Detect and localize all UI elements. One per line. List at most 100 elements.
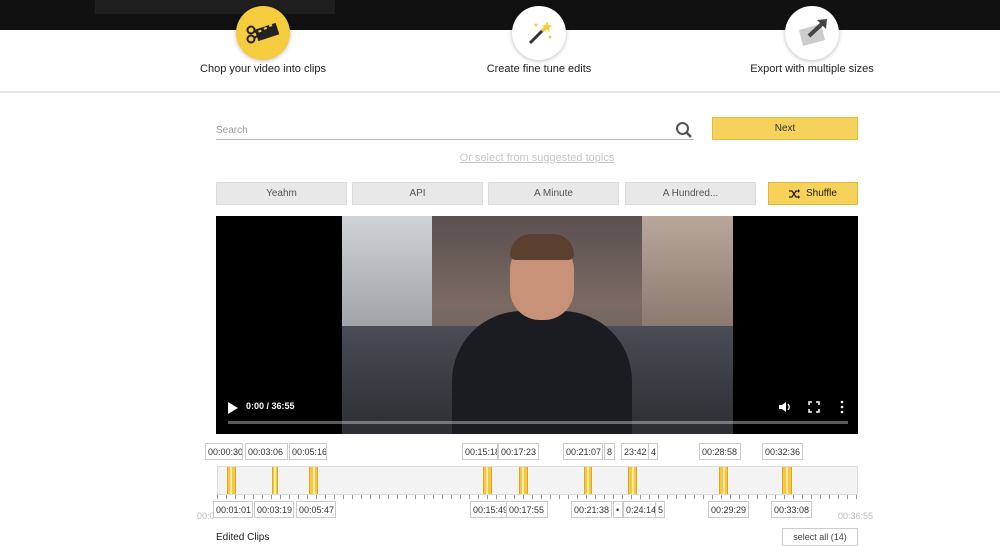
clip-segment[interactable]: [583, 467, 593, 494]
timeline-tick: [550, 495, 551, 499]
top-strip-thumb: [95, 0, 335, 14]
video-controls: 0:00 / 36:55: [216, 396, 858, 434]
export-arrow-icon: [785, 6, 839, 60]
timeline-tick: [280, 495, 281, 499]
timeline-tick: [838, 495, 839, 499]
timeline-tick: [325, 495, 326, 499]
clip-segment[interactable]: [226, 467, 236, 494]
timeline-tick: [244, 495, 245, 499]
timeline-tick: [271, 495, 272, 499]
clip-start-label: 00:03:06: [245, 443, 288, 460]
clip-start-label: 8: [604, 443, 615, 460]
timeline-tick: [460, 495, 461, 499]
clip-end-label: 00:05:47: [296, 501, 336, 518]
timeline-tick: [253, 495, 254, 499]
next-button[interactable]: Next: [712, 117, 858, 140]
video-player[interactable]: 0:00 / 36:55: [216, 216, 858, 434]
timeline-tick: [541, 495, 542, 499]
timeline-tick: [379, 495, 380, 499]
topic-a-hundred[interactable]: A Hundred...: [625, 182, 756, 205]
timeline-tick: [415, 495, 416, 499]
magic-wand-icon: [512, 6, 566, 60]
shuffle-button[interactable]: Shuffle: [768, 182, 858, 205]
timeline-tick: [496, 495, 497, 499]
search-input[interactable]: [216, 120, 666, 140]
suggested-topics-link[interactable]: Or select from suggested topics: [216, 152, 858, 164]
timeline-tick: [451, 495, 452, 499]
timeline-tick: [361, 495, 362, 499]
feature-label: Export with multiple sizes: [750, 63, 874, 75]
timeline-tick: [766, 495, 767, 499]
timeline-tick: [289, 495, 290, 499]
timeline-tick: [334, 495, 335, 499]
clip-end-label: 00:01:01: [213, 501, 253, 518]
clip-segment[interactable]: [782, 467, 792, 494]
timeline-tick: [730, 495, 731, 499]
timeline-tick: [613, 495, 614, 499]
clip-segment[interactable]: [482, 467, 492, 494]
timeline-tick: [559, 495, 560, 499]
timeline-tick: [748, 495, 749, 499]
scissors-film-icon: [236, 6, 290, 60]
features-bar: Chop your video into clips Create fine t…: [0, 6, 1000, 93]
clip-segment[interactable]: [628, 467, 638, 494]
clip-end-label: •: [613, 501, 623, 518]
topic-api[interactable]: API: [352, 182, 483, 205]
clip-start-label: 00:21:07: [563, 443, 603, 460]
timeline-tick: [586, 495, 587, 499]
timeline-tick: [604, 495, 605, 499]
timeline-tick: [793, 495, 794, 499]
clip-start-label: 00:05:16: [289, 443, 327, 460]
video-window: [342, 216, 432, 336]
clip-end-label: 00:17:55: [506, 501, 548, 518]
clip-start-label: 00:32:36: [762, 443, 803, 460]
timeline-tick: [829, 495, 830, 499]
clip-segment-highlight: [486, 467, 489, 494]
clip-end-label: 5: [655, 501, 665, 518]
search-icon[interactable]: [675, 121, 693, 139]
feature-label: Create fine tune edits: [486, 63, 592, 75]
timeline-tick: [469, 495, 470, 499]
clip-segment-highlight: [631, 467, 634, 494]
clip-segment[interactable]: [271, 467, 278, 494]
timeline-tick: [235, 495, 236, 499]
timeline-tick: [307, 495, 308, 499]
timeline-tick: [298, 495, 299, 499]
clip-start-label: 00:15:18: [462, 443, 498, 460]
timeline-tick: [568, 495, 569, 499]
timeline-tick: [262, 495, 263, 499]
fullscreen-icon[interactable]: [808, 401, 820, 413]
video-window: [642, 216, 733, 326]
clip-end-label: 00:21:38: [571, 501, 612, 518]
clip-segment[interactable]: [719, 467, 729, 494]
volume-icon[interactable]: [778, 400, 792, 414]
timeline-tick: [667, 495, 668, 499]
video-progress-bar[interactable]: [228, 421, 848, 424]
timeline-tick: [352, 495, 353, 499]
clip-start-label: 00:00:30: [205, 443, 243, 460]
timeline-tick: [721, 495, 722, 499]
topic-a-minute[interactable]: A Minute: [488, 182, 619, 205]
timeline-tick: [739, 495, 740, 499]
clip-end-label: 00:03:19: [254, 501, 294, 518]
clip-timeline[interactable]: [217, 466, 858, 495]
timeline-tick: [847, 495, 848, 499]
shuffle-label: Shuffle: [806, 188, 837, 199]
timeline-tick: [442, 495, 443, 499]
clip-segment-highlight: [312, 467, 315, 494]
timeline-tick: [631, 495, 632, 499]
timeline-tick: [802, 495, 803, 499]
clip-start-label: 00:17:23: [498, 443, 539, 460]
more-options-icon[interactable]: [838, 400, 846, 414]
play-icon[interactable]: [228, 402, 238, 414]
clip-segment-highlight: [230, 467, 233, 494]
select-all-button[interactable]: select all (14): [782, 528, 858, 546]
timeline-tick: [433, 495, 434, 499]
clip-segment-highlight: [586, 467, 589, 494]
clip-start-label: 00:28:58: [699, 443, 741, 460]
timeline-tick: [577, 495, 578, 499]
clip-segment[interactable]: [518, 467, 529, 494]
topic-yeahm[interactable]: Yeahm: [216, 182, 347, 205]
timeline-tick: [856, 495, 857, 499]
clip-segment[interactable]: [309, 467, 319, 494]
